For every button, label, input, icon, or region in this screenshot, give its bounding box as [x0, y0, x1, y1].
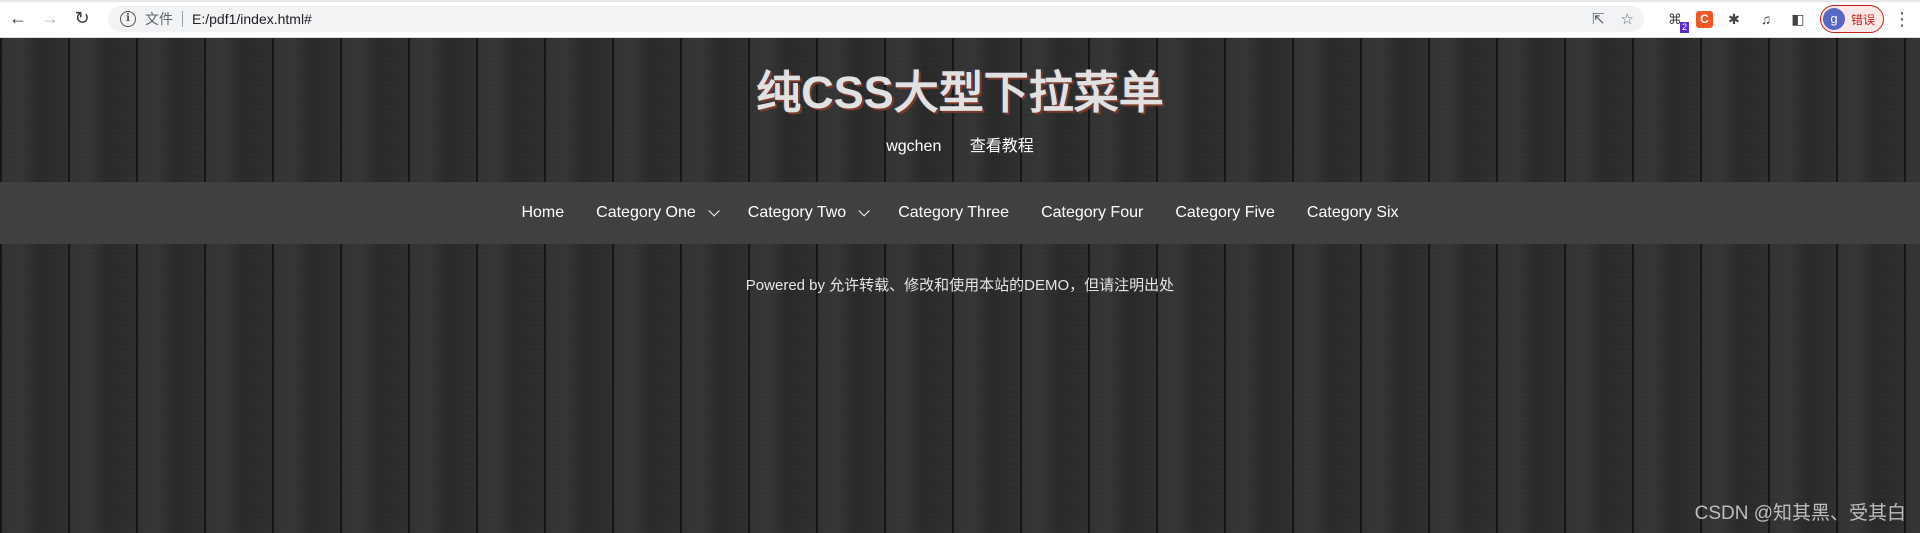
- reload-icon[interactable]: ↻: [68, 5, 96, 33]
- page-title: 纯CSS大型下拉菜单: [756, 67, 1164, 118]
- back-arrow-icon[interactable]: ←: [4, 5, 32, 33]
- nav-item-home[interactable]: Home: [521, 204, 564, 222]
- nav-label: Home: [521, 204, 565, 221]
- nav-item-category-two[interactable]: Category Two: [747, 204, 870, 222]
- nav-item-category-one[interactable]: Category One: [596, 204, 720, 222]
- browser-toolbar: ← → ↻ i 文件 E:/pdf1/index.html# ⇱ ☆ ⌘ 2 C …: [0, 0, 1920, 38]
- tutorial-link[interactable]: 查看教程: [970, 138, 1034, 155]
- chevron-down-icon: [708, 205, 720, 217]
- page-content: 纯CSS大型下拉菜单 wgchen 查看教程 Home Category One…: [0, 38, 1920, 533]
- kebab-menu-icon[interactable]: ⋮: [1890, 9, 1914, 30]
- csdn-extension-icon[interactable]: C: [1695, 10, 1713, 28]
- footer-text: Powered by 允许转载、修改和使用本站的DEMO，但请注明出处: [745, 277, 1175, 294]
- nav-label: Category Three: [898, 204, 1010, 221]
- nav-item-category-five[interactable]: Category Five: [1175, 204, 1275, 222]
- omnibox-divider: [182, 11, 183, 27]
- mega-menu-navbar: Home Category One Category Two Category …: [0, 182, 1920, 244]
- author-link[interactable]: wgchen: [886, 138, 941, 155]
- header-links: wgchen 查看教程: [0, 132, 1920, 156]
- address-bar[interactable]: i 文件 E:/pdf1/index.html# ⇱ ☆: [108, 6, 1644, 32]
- puzzle-extensions-icon[interactable]: ✱: [1723, 8, 1745, 30]
- nav-label: Category Six: [1306, 204, 1399, 221]
- side-panel-icon[interactable]: ◧: [1787, 8, 1809, 30]
- chevron-down-icon: [858, 205, 870, 217]
- nav-item-category-four[interactable]: Category Four: [1041, 204, 1143, 222]
- profile-error-label: 错误: [1850, 12, 1875, 27]
- info-icon[interactable]: i: [120, 11, 136, 27]
- extensions-area: ⌘ 2 C ✱ ♫ ◧ g 错误 ⋮: [1659, 0, 1920, 38]
- tab-strip-edge: [0, 0, 1920, 2]
- nav-item-category-three[interactable]: Category Three: [898, 204, 1009, 222]
- profile-button[interactable]: g 错误: [1819, 5, 1884, 33]
- nav-label: Category Two: [747, 204, 847, 221]
- csdn-watermark: CSDN @知其黑、受其白: [1694, 503, 1906, 524]
- avatar: g: [1822, 8, 1845, 30]
- nav-label: Category One: [596, 204, 696, 221]
- nav-label: Category Five: [1175, 204, 1275, 221]
- share-icon[interactable]: ⇱: [1592, 10, 1605, 28]
- scheme-label: 文件: [145, 11, 173, 27]
- extension-badge: 2: [1679, 22, 1689, 33]
- media-playlist-icon[interactable]: ♫: [1755, 8, 1777, 30]
- bookmark-star-icon[interactable]: ☆: [1621, 10, 1634, 28]
- extension-icon[interactable]: ⌘ 2: [1664, 8, 1689, 33]
- url-text[interactable]: E:/pdf1/index.html#: [192, 11, 312, 27]
- forward-arrow-icon[interactable]: →: [36, 5, 64, 33]
- nav-label: Category Four: [1041, 204, 1144, 221]
- nav-item-category-six[interactable]: Category Six: [1307, 204, 1399, 222]
